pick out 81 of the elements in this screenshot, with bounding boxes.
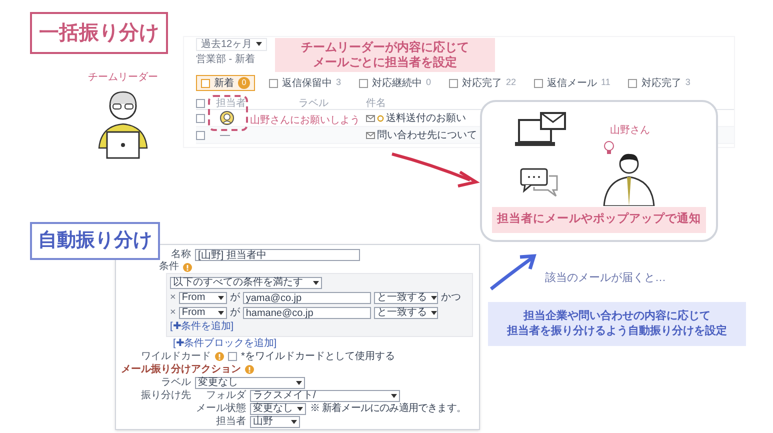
section-heading: 自動振り分け [30,222,160,260]
field-label: 名称 [170,248,191,260]
envelope-icon [366,114,375,122]
caret-icon [297,406,303,410]
envelope-icon [366,132,375,138]
add-block-link[interactable]: [✚条件ブロックを追加] [173,338,277,350]
remove-button[interactable]: × [170,306,176,318]
filter-tab[interactable]: 対応完了 3 [624,75,694,91]
caret-icon [256,42,262,46]
column-header: 件名 [366,96,386,110]
help-icon [245,365,254,374]
filter-tab[interactable]: 新着 0 [196,75,255,91]
annotation-text: 山野さんにお願いしよう [250,114,360,128]
section-title: メール振り分けアクション [121,364,241,376]
chat-icon [520,168,560,198]
lightbulb-icon [603,140,615,156]
column-header: 担当者 [216,96,247,110]
arrow [488,252,538,292]
caret-icon [430,310,437,314]
note-text: ※ 新着メールにのみ適用できます。 [310,402,466,414]
checkbox[interactable] [228,352,237,361]
dropdown[interactable]: と一致する [374,306,438,318]
input-field[interactable]: yama@co.jp [242,292,371,304]
caret-icon [296,380,302,384]
caret-icon [218,310,224,314]
circle-icon [377,114,384,122]
field-label: 担当者 [215,416,246,428]
notification-banner: 担当者にメールやポップアップで通知 [492,207,706,233]
filter-tab[interactable]: 対応継続中 0 [355,75,436,91]
person-label: 山野さん [610,124,650,138]
input-field[interactable]: hamane@co.jp [242,306,371,318]
particle-text: が [230,292,240,304]
joiner-text: かつ [440,292,461,304]
filter-tab[interactable]: 返信メール 11 [530,75,614,91]
checkbox-icon [269,78,278,88]
period-dropdown[interactable]: 過去12ヶ月 [196,38,268,50]
assignee-text: — [220,128,230,142]
role-label: チームリーダー [88,71,158,85]
dropdown[interactable]: と一致する [374,292,438,304]
field-label: 振り分け先 [140,390,191,402]
particle-text: が [230,306,240,318]
section-heading: 一括振り分け [30,12,168,54]
field-label: ワイルドカード [140,350,211,362]
dropdown[interactable]: From [178,306,227,318]
caret-icon [430,296,437,300]
checkbox-icon [534,78,544,88]
caret-icon [313,281,319,285]
checkbox-icon [628,78,638,88]
checkbox[interactable] [196,98,205,108]
filter-tab[interactable]: 返信保留中 3 [265,75,346,91]
field-label: ラベル [160,376,191,388]
highlight-frame [208,95,248,131]
caret-icon [291,420,297,424]
input-field[interactable]: [山野] 担当者中 [195,248,360,260]
mail-subject[interactable]: 送料送付のお願い [386,110,466,126]
remove-button[interactable]: × [170,292,176,304]
dropdown[interactable]: 山野 [250,416,300,428]
field-label: 条件 [158,261,179,273]
dropdown[interactable]: 変更なし [250,402,306,414]
caret-icon [391,394,397,398]
dropdown[interactable]: From [178,292,227,304]
add-condition-link[interactable]: [✚条件を追加] [170,321,234,333]
filter-tab[interactable]: 対応完了 22 [445,75,520,91]
callout-banner: 担当企業や問い合わせの内容に応じて 担当者を振り分けるよう自動振り分けを設定 [488,302,746,346]
field-label: メール状態 [195,402,246,414]
checkbox-label: *をワイルドカードとして使用する [241,350,395,362]
dropdown[interactable]: 変更なし [195,376,305,388]
mail-subject[interactable]: 問い合わせ先について [377,128,477,142]
checkbox-icon [359,78,368,88]
checkbox[interactable] [196,114,205,122]
field-label: フォルダ [205,390,246,402]
dropdown[interactable]: 以下のすべての条件を満たす [170,277,322,289]
dropdown[interactable]: ラクスメイト/ [250,390,400,402]
checkbox[interactable] [196,130,205,140]
folder-breadcrumb: 営業部 - 新着 [196,53,255,67]
caption-text: 該当のメールが届くと… [545,270,666,286]
caret-icon [218,296,224,300]
callout-banner: チームリーダーが内容に応じて メールごとに担当者を設定 [275,38,495,72]
help-icon [215,352,224,361]
checkbox-icon [449,78,458,88]
column-header: ラベル [298,96,330,110]
